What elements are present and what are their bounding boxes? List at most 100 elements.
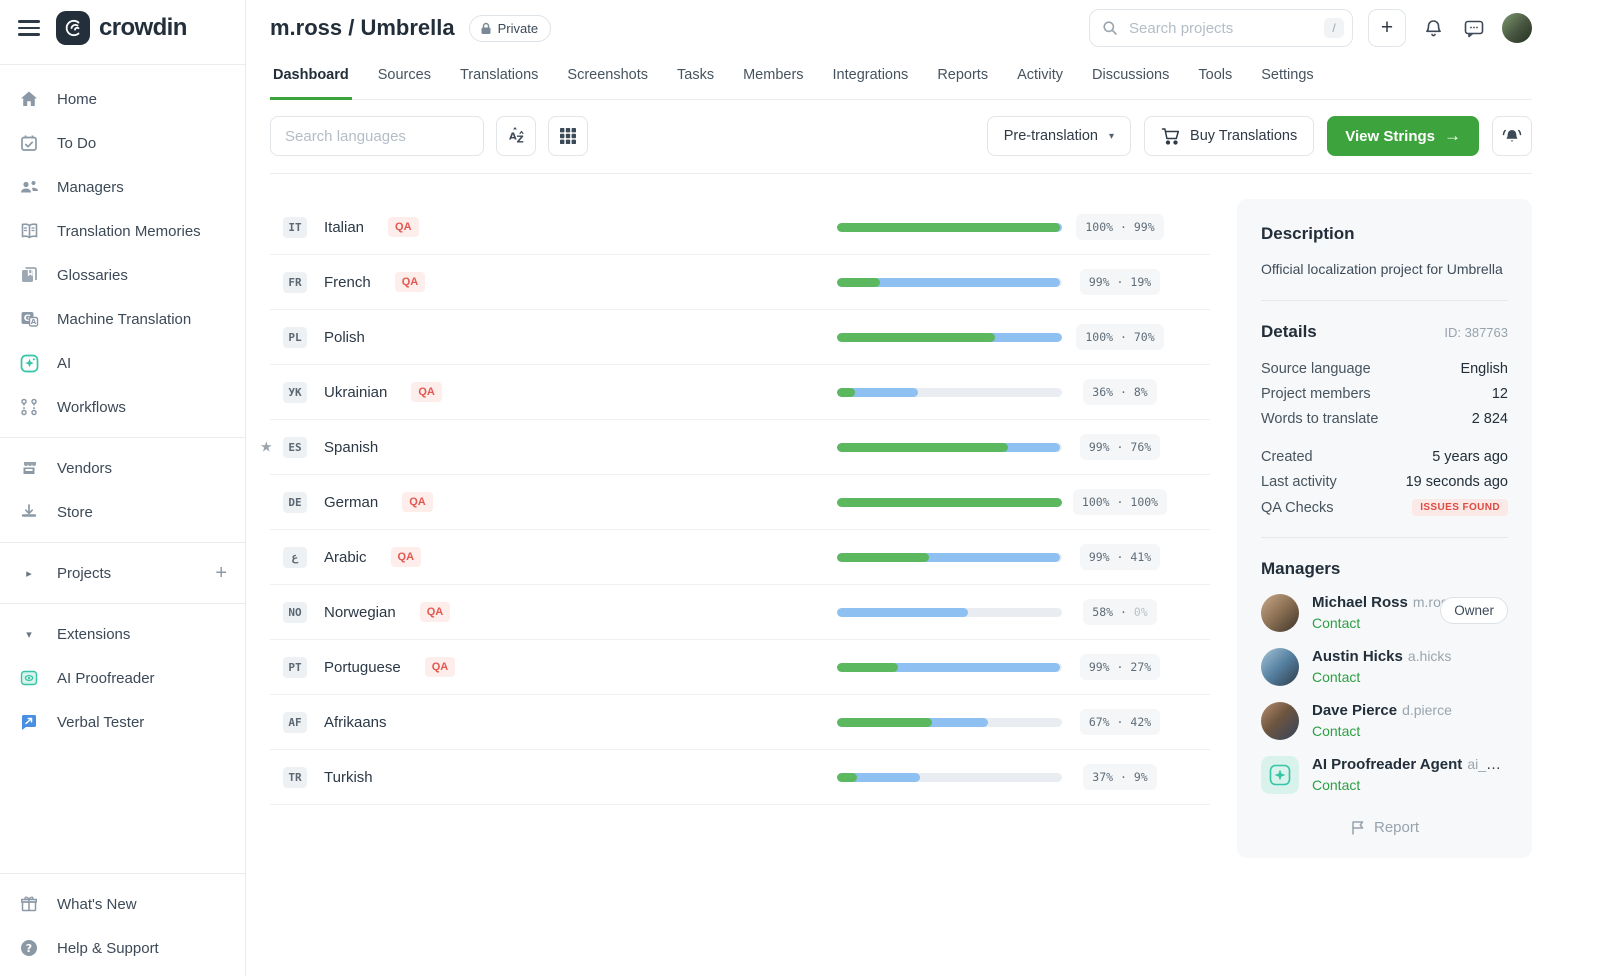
- manager-name[interactable]: AI Proofreader Agent: [1312, 756, 1462, 773]
- grid-view-button[interactable]: [548, 116, 588, 156]
- manager-name[interactable]: Dave Pierce: [1312, 702, 1397, 719]
- sidebar-item-verbal-tester[interactable]: Verbal Tester: [0, 700, 245, 744]
- sidebar-item-todo[interactable]: To Do: [0, 121, 245, 165]
- manager-name[interactable]: Michael Ross: [1312, 594, 1408, 611]
- language-row[interactable]: TR Turkish 37% · 9%: [270, 750, 1210, 805]
- sidebar-item-managers[interactable]: Managers: [0, 165, 245, 209]
- sidebar-item-ai[interactable]: AI: [0, 341, 245, 385]
- qa-issues-badge[interactable]: QA: [425, 657, 456, 677]
- manager-avatar[interactable]: [1261, 648, 1299, 686]
- manager-name[interactable]: Austin Hicks: [1312, 648, 1403, 665]
- translation-progress-bar[interactable]: [837, 388, 1062, 397]
- tab-translations[interactable]: Translations: [457, 67, 541, 100]
- tab-settings[interactable]: Settings: [1258, 67, 1316, 100]
- language-row[interactable]: ع Arabic QA 99% · 41%: [270, 530, 1210, 585]
- translation-progress-bar[interactable]: [837, 773, 1062, 782]
- tab-reports[interactable]: Reports: [934, 67, 991, 100]
- language-name-link[interactable]: Turkish: [324, 769, 373, 786]
- translation-progress-bar[interactable]: [837, 278, 1062, 287]
- sidebar-item-vendors[interactable]: Vendors: [0, 446, 245, 490]
- qa-issues-badge[interactable]: QA: [395, 272, 426, 292]
- language-row[interactable]: NO Norwegian QA 58% · 0%: [270, 585, 1210, 640]
- sidebar-item-help-support[interactable]: ? Help & Support: [0, 926, 245, 970]
- view-strings-button[interactable]: View Strings →: [1327, 116, 1479, 156]
- language-row[interactable]: IT Italian QA 100% · 99%: [270, 200, 1210, 255]
- tab-integrations[interactable]: Integrations: [830, 67, 912, 100]
- contact-link[interactable]: Contact: [1312, 669, 1360, 685]
- qa-issues-badge[interactable]: QA: [391, 547, 422, 567]
- language-name-link[interactable]: Italian: [324, 219, 364, 236]
- tab-members[interactable]: Members: [740, 67, 806, 100]
- tab-discussions[interactable]: Discussions: [1089, 67, 1172, 100]
- contact-link[interactable]: Contact: [1312, 777, 1360, 793]
- qa-issues-badge[interactable]: QA: [411, 382, 442, 402]
- translation-progress-bar[interactable]: [837, 498, 1062, 507]
- tab-tasks[interactable]: Tasks: [674, 67, 717, 100]
- qa-issues-badge[interactable]: QA: [388, 217, 419, 237]
- chevron-right-icon[interactable]: ▸: [18, 567, 40, 580]
- chevron-down-icon[interactable]: ▾: [18, 628, 40, 641]
- sidebar-item-workflows[interactable]: Workflows: [0, 385, 245, 429]
- translation-progress-bar[interactable]: [837, 608, 1062, 617]
- language-row[interactable]: PT Portuguese QA 99% · 27%: [270, 640, 1210, 695]
- sidebar-item-whats-new[interactable]: What's New: [0, 882, 245, 926]
- messages-chat-icon[interactable]: [1461, 16, 1487, 41]
- sidebar-item-store[interactable]: Store: [0, 490, 245, 534]
- language-name-link[interactable]: Arabic: [324, 549, 367, 566]
- manager-avatar[interactable]: [1261, 702, 1299, 740]
- favorite-star-icon[interactable]: ★: [260, 439, 273, 456]
- manager-avatar[interactable]: [1261, 594, 1299, 632]
- language-name-link[interactable]: Spanish: [324, 439, 378, 456]
- manager-avatar[interactable]: [1261, 756, 1299, 794]
- language-name-link[interactable]: Portuguese: [324, 659, 401, 676]
- sidebar-item-home[interactable]: Home: [0, 77, 245, 121]
- language-row[interactable]: PL Polish 100% · 70%: [270, 310, 1210, 365]
- language-row[interactable]: FR French QA 99% · 19%: [270, 255, 1210, 310]
- add-project-plus-icon[interactable]: +: [215, 563, 227, 583]
- sort-az-button[interactable]: AZ: [496, 116, 536, 156]
- tab-screenshots[interactable]: Screenshots: [564, 67, 651, 100]
- language-row[interactable]: AF Afrikaans 67% · 42%: [270, 695, 1210, 750]
- tab-tools[interactable]: Tools: [1195, 67, 1235, 100]
- project-search-input[interactable]: [1127, 19, 1315, 38]
- language-name-link[interactable]: French: [324, 274, 371, 291]
- notifications-bell-icon[interactable]: [1421, 16, 1446, 41]
- sidebar-item-ai-proofreader[interactable]: AI Proofreader: [0, 656, 245, 700]
- project-search-box[interactable]: /: [1089, 9, 1353, 47]
- language-name-link[interactable]: German: [324, 494, 378, 511]
- qa-issues-badge[interactable]: QA: [420, 602, 451, 622]
- language-row[interactable]: УК Ukrainian QA 36% · 8%: [270, 365, 1210, 420]
- sidebar-item-projects[interactable]: ▸ Projects +: [0, 551, 245, 595]
- contact-link[interactable]: Contact: [1312, 615, 1360, 631]
- language-search-input[interactable]: [270, 116, 484, 156]
- qa-issues-badge[interactable]: QA: [402, 492, 433, 512]
- translation-progress-bar[interactable]: [837, 553, 1062, 562]
- translation-progress-bar[interactable]: [837, 663, 1062, 672]
- language-name-link[interactable]: Norwegian: [324, 604, 396, 621]
- buy-translations-button[interactable]: Buy Translations: [1144, 116, 1314, 156]
- create-project-button[interactable]: +: [1368, 9, 1406, 47]
- menu-hamburger-icon[interactable]: [18, 20, 40, 36]
- sidebar-item-glossaries[interactable]: Glossaries: [0, 253, 245, 297]
- translation-progress-bar[interactable]: [837, 443, 1062, 452]
- sidebar-item-extensions[interactable]: ▾ Extensions: [0, 612, 245, 656]
- subscribe-bell-button[interactable]: [1492, 116, 1532, 156]
- language-row[interactable]: ★ ES Spanish 99% · 76%: [270, 420, 1210, 475]
- language-name-link[interactable]: Afrikaans: [324, 714, 387, 731]
- sidebar-item-translation-memories[interactable]: Translation Memories: [0, 209, 245, 253]
- language-name-link[interactable]: Ukrainian: [324, 384, 387, 401]
- crowdin-logo[interactable]: crowdin: [56, 11, 187, 45]
- issues-found-badge[interactable]: ISSUES FOUND: [1412, 499, 1508, 516]
- tab-sources[interactable]: Sources: [375, 67, 434, 100]
- translation-progress-bar[interactable]: [837, 223, 1062, 232]
- sidebar-item-machine-translation[interactable]: GA Machine Translation: [0, 297, 245, 341]
- tab-dashboard[interactable]: Dashboard: [270, 67, 352, 100]
- contact-link[interactable]: Contact: [1312, 723, 1360, 739]
- tab-activity[interactable]: Activity: [1014, 67, 1066, 100]
- translation-progress-bar[interactable]: [837, 718, 1062, 727]
- pretranslation-dropdown[interactable]: Pre-translation ▾: [987, 116, 1131, 156]
- language-name-link[interactable]: Polish: [324, 329, 365, 346]
- translation-progress-bar[interactable]: [837, 333, 1062, 342]
- report-link[interactable]: Report: [1261, 819, 1508, 836]
- user-avatar[interactable]: [1502, 13, 1532, 43]
